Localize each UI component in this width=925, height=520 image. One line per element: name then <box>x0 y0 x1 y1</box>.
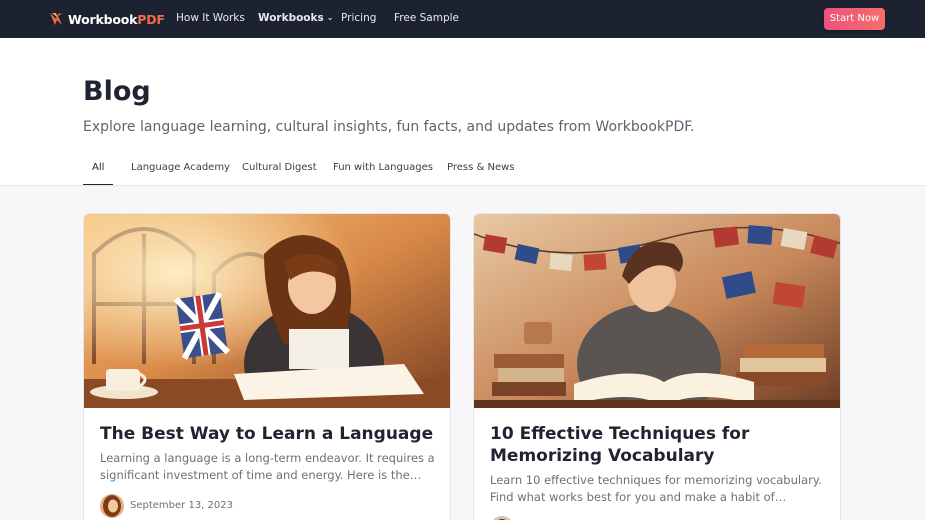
author-avatar <box>100 494 124 518</box>
post-title[interactable]: The Best Way to Learn a Language <box>100 423 436 445</box>
post-date: September 13, 2023 <box>130 500 233 511</box>
post-excerpt: Learning a language is a long-term endea… <box>100 451 435 482</box>
nav-how-it-works[interactable]: How It Works <box>176 12 245 24</box>
post-title[interactable]: 10 Effective Techniques for Memorizing V… <box>490 423 826 467</box>
tab-press-news[interactable]: Press & News <box>447 162 515 173</box>
tab-language-academy[interactable]: Language Academy <box>131 162 230 173</box>
top-navbar: WorkbookPDF How It Works Workbooks ⌄ Pric… <box>0 0 925 38</box>
page-subtitle: Explore language learning, cultural insi… <box>83 119 695 135</box>
start-now-button[interactable]: Start Now <box>824 8 885 30</box>
logo-text: WorkbookPDF <box>68 11 165 27</box>
blog-card[interactable]: The Best Way to Learn a Language Learnin… <box>83 213 451 520</box>
logo-icon <box>50 13 63 25</box>
tab-all[interactable]: All <box>92 162 104 173</box>
post-image[interactable] <box>84 214 451 408</box>
tab-cultural-digest[interactable]: Cultural Digest <box>242 162 317 173</box>
chevron-down-icon: ⌄ <box>326 13 334 22</box>
tab-fun-with-languages[interactable]: Fun with Languages <box>333 162 433 173</box>
logo[interactable]: WorkbookPDF <box>49 11 165 27</box>
author-avatar <box>490 516 514 520</box>
nav-free-sample[interactable]: Free Sample <box>394 12 459 24</box>
nav-pricing[interactable]: Pricing <box>341 12 376 24</box>
blog-card[interactable]: 10 Effective Techniques for Memorizing V… <box>473 213 841 520</box>
post-image[interactable] <box>474 214 841 408</box>
nav-workbooks[interactable]: Workbooks ⌄ <box>258 12 333 24</box>
page-title: Blog <box>83 76 151 107</box>
post-excerpt: Learn 10 effective techniques for memori… <box>490 473 822 504</box>
